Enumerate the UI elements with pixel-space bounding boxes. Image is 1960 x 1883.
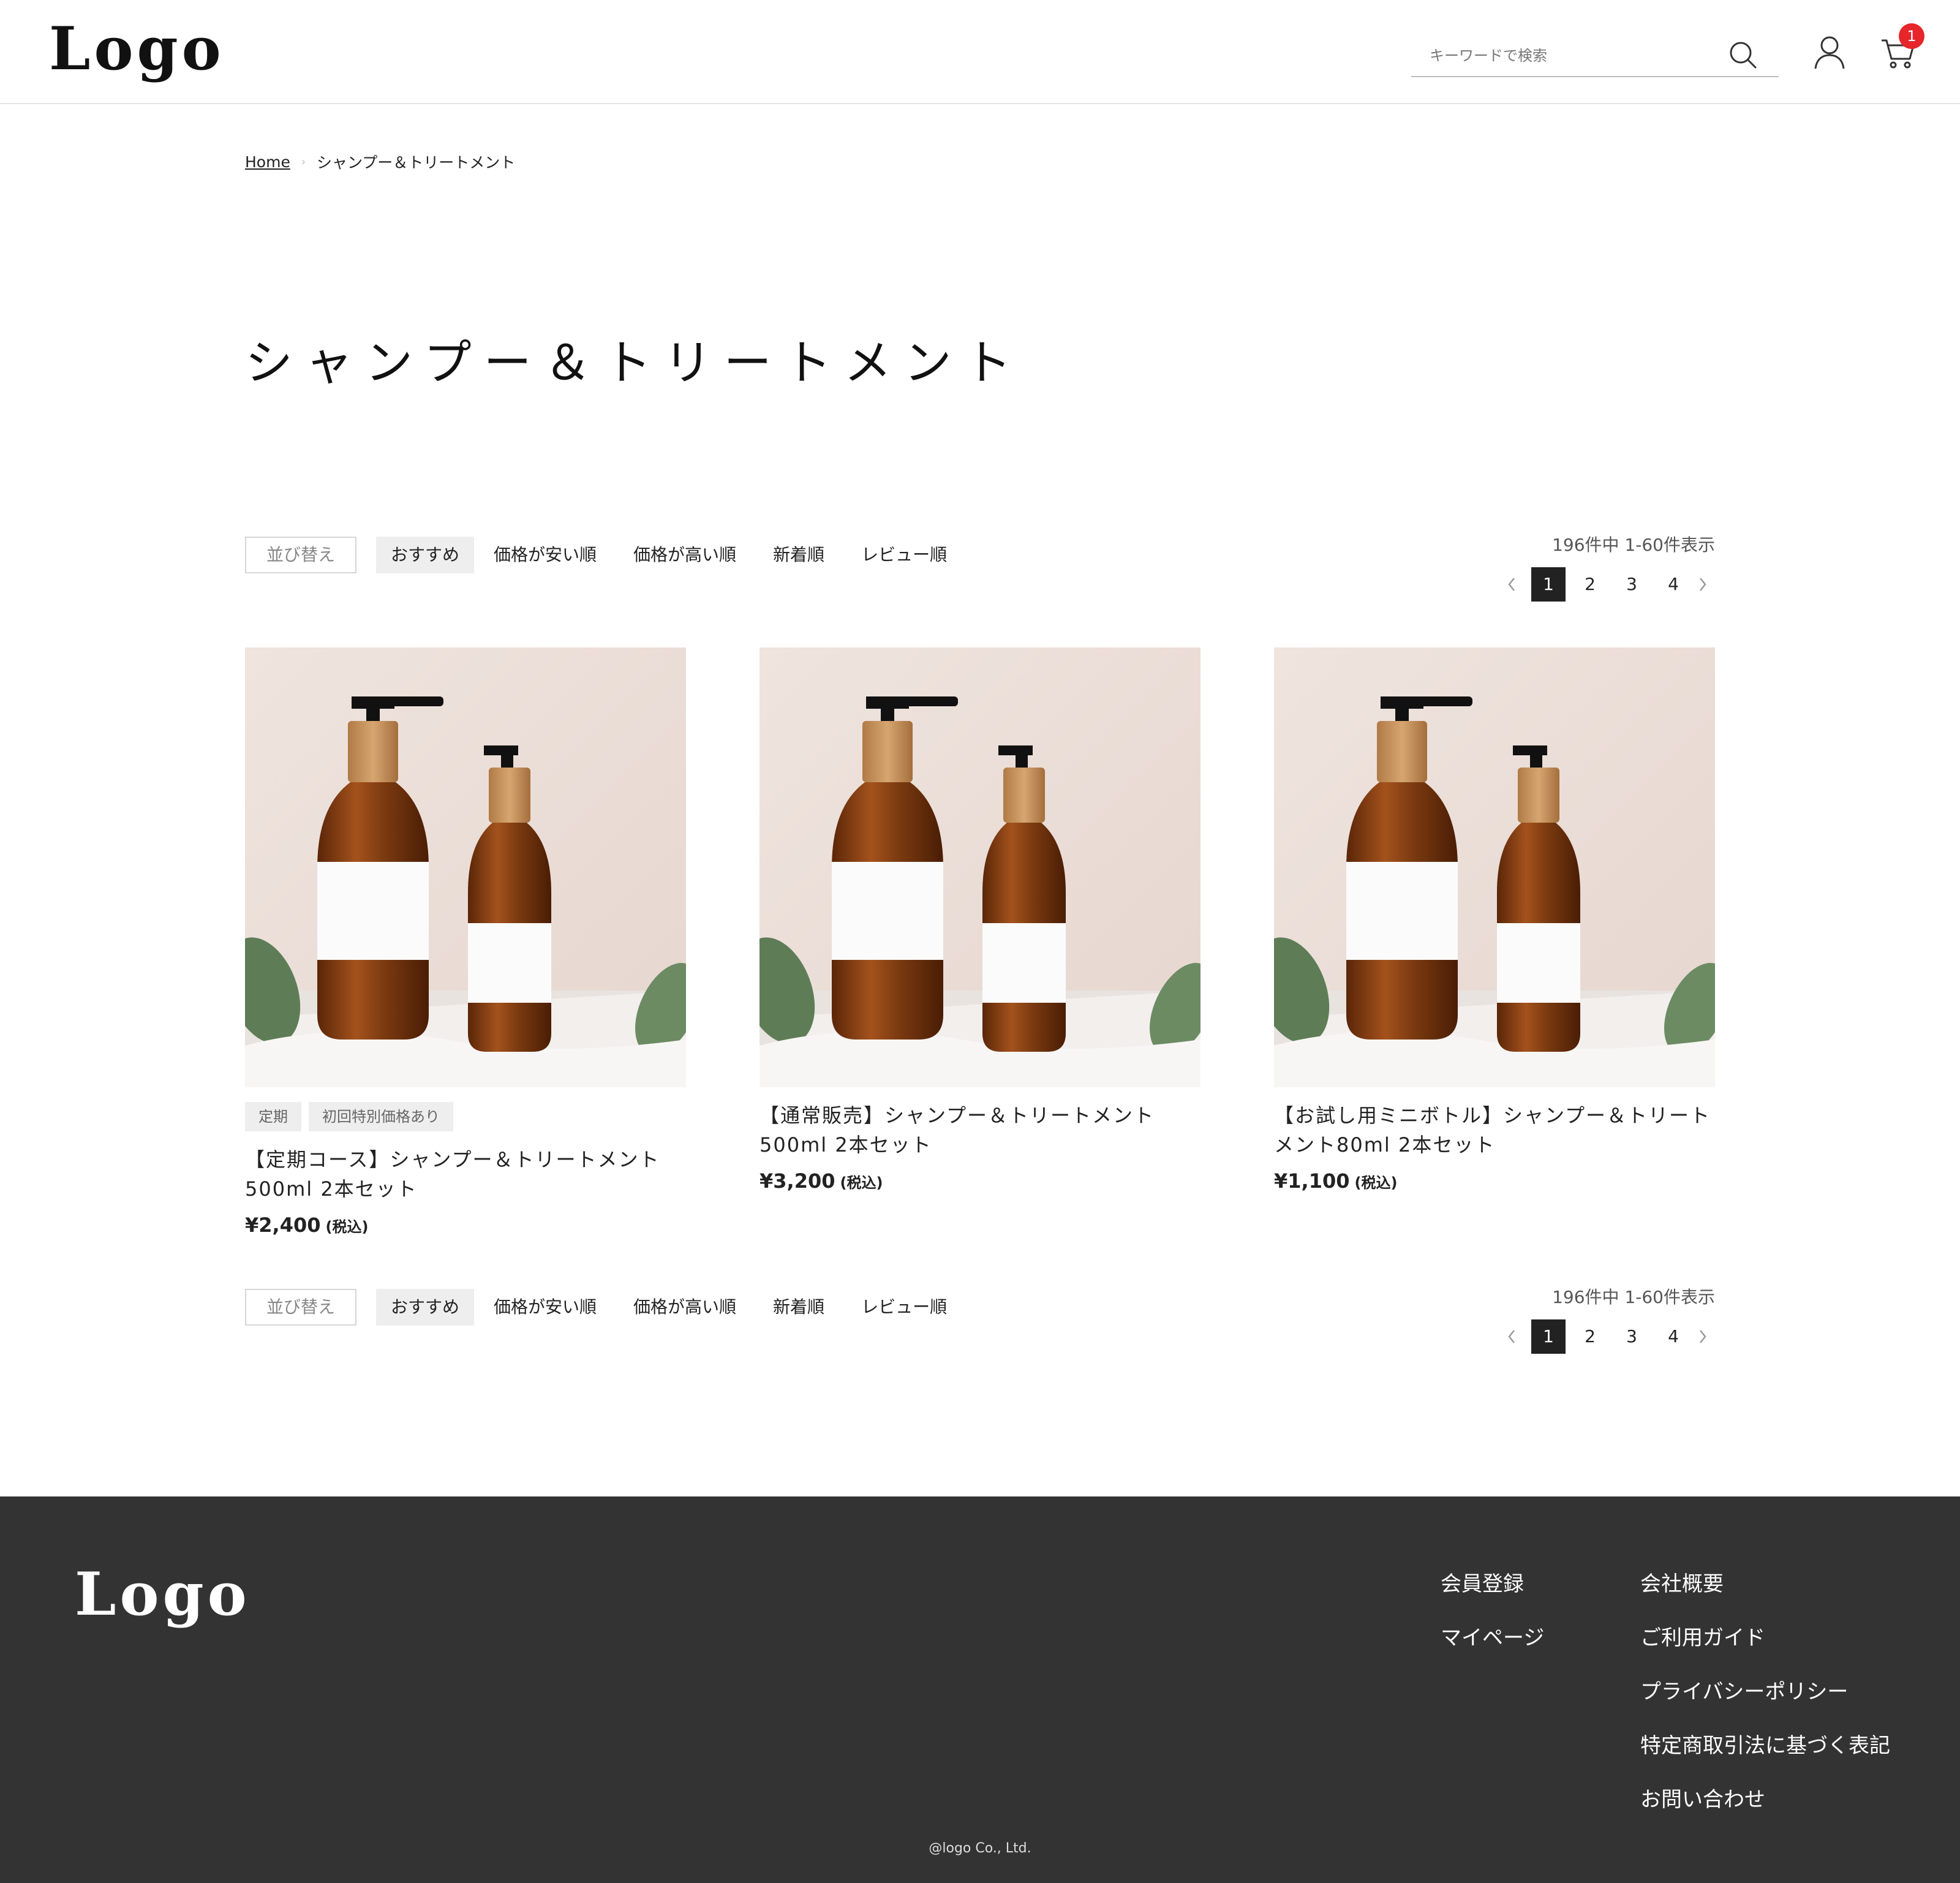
chevron-left-icon <box>1508 578 1515 591</box>
chevron-right-icon <box>1700 578 1706 591</box>
breadcrumb: Home › シャンプー＆トリートメント <box>245 151 515 173</box>
prev-page-button[interactable] <box>1499 1319 1524 1354</box>
tax-label: (税込) <box>325 1218 369 1236</box>
sort-option-review[interactable]: レビュー順 <box>844 537 964 573</box>
footer-link-mypage[interactable]: マイページ <box>1441 1623 1544 1677</box>
product-name[interactable]: 【定期コース】シャンプー＆トリートメント500ml 2本セット <box>245 1145 686 1204</box>
pagination-bottom: 196件中 1-60件表示 1 2 3 4 <box>1458 1285 1715 1354</box>
sort-bar-bottom: 並び替え おすすめ 価格が安い順 価格が高い順 新着順 レビュー順 <box>245 1289 964 1326</box>
site-header: Logo 1 <box>0 0 1960 104</box>
sort-option-recommended[interactable]: おすすめ <box>376 1289 475 1326</box>
product-name[interactable]: 【通常販売】シャンプー＆トリートメント500ml 2本セット <box>760 1101 1200 1160</box>
result-count: 196件中 1-60件表示 <box>1552 1287 1715 1307</box>
pagination-top: 196件中 1-60件表示 1 2 3 4 <box>1458 533 1715 602</box>
next-page-button[interactable] <box>1691 567 1715 602</box>
price-value: ¥2,400 <box>245 1213 321 1237</box>
sort-option-newest[interactable]: 新着順 <box>756 1289 842 1326</box>
result-count: 196件中 1-60件表示 <box>1552 535 1715 555</box>
page-2[interactable]: 2 <box>1573 567 1607 602</box>
copyright: @logo Co., Ltd. <box>929 1841 1031 1856</box>
next-page-button[interactable] <box>1691 1319 1715 1354</box>
sort-option-price-low[interactable]: 価格が安い順 <box>477 537 614 573</box>
tag-first-time-price: 初回特別価格あり <box>309 1102 453 1131</box>
page-4[interactable]: 4 <box>1656 1319 1691 1354</box>
page-1[interactable]: 1 <box>1531 1319 1566 1354</box>
cart-count-badge: 1 <box>1899 23 1924 49</box>
search-icon[interactable] <box>1726 38 1760 72</box>
page-2[interactable]: 2 <box>1573 1319 1607 1354</box>
footer-logo[interactable]: Logo <box>75 1558 251 1631</box>
sort-label: 並び替え <box>245 537 356 573</box>
breadcrumb-home-link[interactable]: Home <box>245 153 290 171</box>
footer-link-guide[interactable]: ご利用ガイド <box>1640 1623 1890 1677</box>
page-4[interactable]: 4 <box>1656 567 1691 602</box>
sort-option-price-high[interactable]: 価格が高い順 <box>616 537 753 573</box>
footer-links-account: 会員登録 マイページ <box>1441 1569 1544 1677</box>
product-tags: 定期 初回特別価格あり <box>245 1102 686 1131</box>
tax-label: (税込) <box>840 1174 883 1191</box>
footer-link-register[interactable]: 会員登録 <box>1441 1569 1544 1623</box>
product-image[interactable] <box>1274 647 1715 1087</box>
site-footer: Logo 会員登録 マイページ 会社概要 ご利用ガイド プライバシーポリシー 特… <box>0 1496 1960 1883</box>
footer-link-company[interactable]: 会社概要 <box>1640 1569 1890 1623</box>
product-card[interactable]: 【お試し用ミニボトル】シャンプー＆トリートメント80ml 2本セット ¥1,10… <box>1274 647 1715 1193</box>
sort-option-review[interactable]: レビュー順 <box>844 1289 964 1326</box>
sort-bar-top: 並び替え おすすめ 価格が安い順 価格が高い順 新着順 レビュー順 <box>245 537 964 573</box>
user-icon[interactable] <box>1809 32 1850 72</box>
footer-links-info: 会社概要 ご利用ガイド プライバシーポリシー 特定商取引法に基づく表記 お問い合… <box>1640 1569 1890 1838</box>
sort-option-recommended[interactable]: おすすめ <box>376 537 475 573</box>
page-3[interactable]: 3 <box>1615 1319 1649 1354</box>
breadcrumb-separator-icon: › <box>301 155 306 168</box>
price-value: ¥3,200 <box>760 1169 835 1193</box>
product-price: ¥2,400 (税込) <box>245 1213 686 1237</box>
product-name[interactable]: 【お試し用ミニボトル】シャンプー＆トリートメント80ml 2本セット <box>1274 1101 1715 1160</box>
sort-option-newest[interactable]: 新着順 <box>756 537 842 573</box>
header-logo[interactable]: Logo <box>49 12 225 86</box>
price-value: ¥1,100 <box>1274 1169 1350 1193</box>
chevron-right-icon <box>1700 1330 1706 1343</box>
footer-link-commercial-law[interactable]: 特定商取引法に基づく表記 <box>1640 1730 1890 1784</box>
product-card[interactable]: 定期 初回特別価格あり 【定期コース】シャンプー＆トリートメント500ml 2本… <box>245 647 686 1237</box>
prev-page-button[interactable] <box>1499 567 1524 602</box>
page-1[interactable]: 1 <box>1531 567 1566 602</box>
chevron-left-icon <box>1508 1330 1515 1343</box>
footer-link-privacy[interactable]: プライバシーポリシー <box>1640 1677 1890 1730</box>
product-image[interactable] <box>245 647 686 1087</box>
search-bar <box>1411 34 1779 77</box>
product-price: ¥3,200 (税込) <box>760 1169 1200 1193</box>
product-card[interactable]: 【通常販売】シャンプー＆トリートメント500ml 2本セット ¥3,200 (税込… <box>760 647 1200 1193</box>
sort-option-price-high[interactable]: 価格が高い順 <box>616 1289 753 1326</box>
breadcrumb-current: シャンプー＆トリートメント <box>317 154 516 172</box>
product-price: ¥1,100 (税込) <box>1274 1169 1715 1193</box>
page-title: シャンプー＆トリートメント <box>245 336 1024 391</box>
tax-label: (税込) <box>1354 1174 1398 1191</box>
sort-label: 並び替え <box>245 1289 356 1326</box>
sort-option-price-low[interactable]: 価格が安い順 <box>477 1289 614 1326</box>
tag-subscription: 定期 <box>245 1102 301 1131</box>
page-3[interactable]: 3 <box>1615 567 1649 602</box>
footer-link-contact[interactable]: お問い合わせ <box>1640 1784 1890 1838</box>
search-input[interactable] <box>1430 40 1724 71</box>
product-image[interactable] <box>760 647 1200 1087</box>
